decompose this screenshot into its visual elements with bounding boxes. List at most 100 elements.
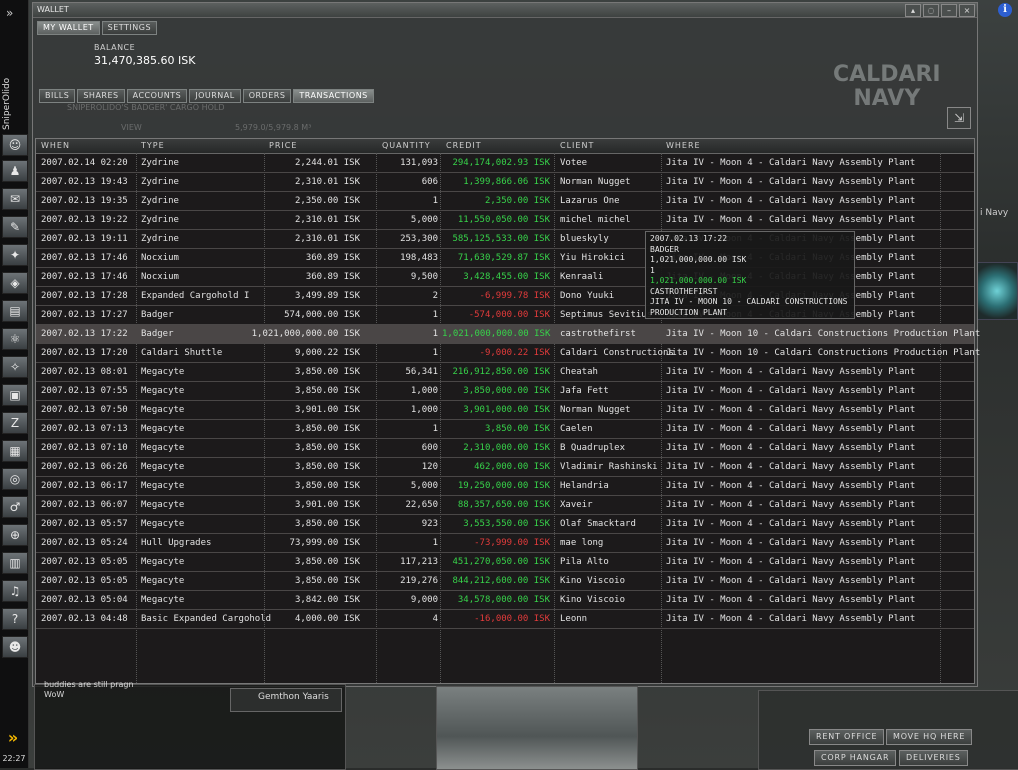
cell-price: 3,850.00 ISK xyxy=(294,367,360,377)
cell-credit: 2,310,000.00 ISK xyxy=(463,443,550,453)
table-row[interactable]: 2007.02.14 02:20 Zydrine 2,244.01 ISK 131,0… xyxy=(36,154,974,173)
table-row[interactable]: 2007.02.13 17:20 Caldari Shuttle 9,000.22 … xyxy=(36,344,980,363)
corp-logo[interactable] xyxy=(976,262,1018,320)
tab-transactions[interactable]: TRANSACTIONS xyxy=(293,89,374,103)
settings-icon[interactable]: ◌ xyxy=(923,4,939,17)
table-row[interactable]: 2007.02.13 07:50 Megacyte 3,901.00 ISK 1,00… xyxy=(36,401,974,420)
col-when[interactable]: WHEN xyxy=(41,141,70,150)
help-icon[interactable]: ? xyxy=(2,608,28,630)
table-row[interactable]: 2007.02.13 05:05 Megacyte 3,850.00 ISK 117,… xyxy=(36,553,974,572)
cell-where: Jita IV - Moon 4 - Caldari Navy Assembly… xyxy=(666,196,916,206)
assets-icon[interactable]: ▤ xyxy=(2,300,28,322)
tab-settings[interactable]: SETTINGS xyxy=(101,21,158,35)
notepad-icon[interactable]: ✎ xyxy=(2,216,28,238)
table-row[interactable]: 2007.02.13 19:22 Zydrine 2,310.01 ISK 5,000… xyxy=(36,211,974,230)
col-where[interactable]: WHERE xyxy=(666,141,701,150)
corp-icon[interactable]: ⊕ xyxy=(2,524,28,546)
cell-qty: 600 xyxy=(421,443,438,453)
table-row[interactable]: 2007.02.13 04:48 Basic Expanded Cargohold… xyxy=(36,610,974,629)
tab-orders[interactable]: ORDERS xyxy=(242,89,292,103)
character-icon[interactable]: ♂ xyxy=(2,496,28,518)
tab-bills[interactable]: BILLS xyxy=(39,89,76,103)
table-row[interactable]: 2007.02.13 07:10 Megacyte 3,850.00 ISK 600 2… xyxy=(36,439,974,458)
chevron-right-icon[interactable]: » xyxy=(0,728,26,748)
table-row[interactable]: 2007.02.13 07:55 Megacyte 3,850.00 ISK 1,00… xyxy=(36,382,974,401)
table-row[interactable]: 2007.02.13 07:13 Megacyte 3,850.00 ISK 1 3,8… xyxy=(36,420,974,439)
window-title: WALLET xyxy=(37,5,69,14)
cell-qty: 117,213 xyxy=(400,557,438,567)
table-row[interactable]: 2007.02.13 05:57 Megacyte 3,850.00 ISK 923 3… xyxy=(36,515,974,534)
pin-icon[interactable]: ▴ xyxy=(905,4,921,17)
window-titlebar[interactable]: WALLET ▴ ◌ – × xyxy=(33,3,977,18)
journal-icon[interactable]: Z xyxy=(2,412,28,434)
table-row[interactable]: 2007.02.13 05:04 Megacyte 3,842.00 ISK 9,00… xyxy=(36,591,974,610)
cell-price: 360.89 ISK xyxy=(305,253,360,263)
cell-client: Kenraali xyxy=(560,272,604,282)
deliveries-button[interactable]: DELIVERIES xyxy=(899,750,968,766)
close-icon[interactable]: × xyxy=(959,4,975,17)
collapse-icon[interactable]: » xyxy=(6,6,13,20)
rent-office-button[interactable]: RENT OFFICE xyxy=(809,729,885,745)
cell-price: 3,850.00 ISK xyxy=(294,424,360,434)
table-row[interactable]: 2007.02.13 06:26 Megacyte 3,850.00 ISK 120 4… xyxy=(36,458,974,477)
cell-price: 3,850.00 ISK xyxy=(294,576,360,586)
tab-accounts[interactable]: ACCOUNTS xyxy=(126,89,188,103)
table-row[interactable]: 2007.02.13 19:35 Zydrine 2,350.00 ISK 1 2,35… xyxy=(36,192,974,211)
cell-when: 2007.02.13 07:13 xyxy=(41,424,128,434)
cell-price: 2,310.01 ISK xyxy=(294,234,360,244)
table-row[interactable]: 2007.02.13 06:17 Megacyte 3,850.00 ISK 5,00… xyxy=(36,477,974,496)
industry-icon[interactable]: ✧ xyxy=(2,356,28,378)
table-row[interactable]: 2007.02.13 06:07 Megacyte 3,901.00 ISK 22,6… xyxy=(36,496,974,515)
avatar-icon[interactable]: ☻ xyxy=(2,636,28,658)
cell-when: 2007.02.14 02:20 xyxy=(41,158,128,168)
cell-credit: 3,553,550.00 ISK xyxy=(463,519,550,529)
expand-icon[interactable]: ⇲ xyxy=(947,107,971,129)
col-credit[interactable]: CREDIT xyxy=(446,141,482,150)
cell-qty: 1 xyxy=(432,538,438,548)
table-row[interactable]: 2007.02.13 17:22 Badger 1,021,000,000.00 I… xyxy=(36,325,980,344)
col-type[interactable]: TYPE xyxy=(141,141,165,150)
chat-member-name[interactable]: Gemthon Yaaris xyxy=(258,692,329,702)
cell-qty: 1 xyxy=(432,424,438,434)
cell-when: 2007.02.13 17:46 xyxy=(41,272,128,282)
pilot-name[interactable]: SniperOlido xyxy=(2,70,16,130)
map-icon[interactable]: ◈ xyxy=(2,272,28,294)
portrait-icon[interactable]: ☺ xyxy=(2,134,28,156)
tab-my-wallet[interactable]: MY WALLET xyxy=(37,21,100,35)
market-icon[interactable]: ✦ xyxy=(2,244,28,266)
info-icon[interactable]: i xyxy=(998,3,1012,17)
corp-hangar-button[interactable]: CORP HANGAR xyxy=(814,750,897,766)
fitting-icon[interactable]: ▣ xyxy=(2,384,28,406)
headset-icon[interactable]: ♫ xyxy=(2,580,28,602)
cell-price: 3,850.00 ISK xyxy=(294,462,360,472)
tab-journal[interactable]: JOURNAL xyxy=(189,89,241,103)
table-row[interactable]: 2007.02.13 08:01 Megacyte 3,850.00 ISK 56,3… xyxy=(36,363,974,382)
cell-client: Leonn xyxy=(560,614,588,624)
cell-qty: 56,341 xyxy=(405,367,438,377)
table-row[interactable]: 2007.02.13 05:05 Megacyte 3,850.00 ISK 219,… xyxy=(36,572,974,591)
people-icon[interactable]: ♟ xyxy=(2,160,28,182)
science-icon[interactable]: ⚛ xyxy=(2,328,28,350)
calculator-icon[interactable]: ▦ xyxy=(2,440,28,462)
balance-label: BALANCE xyxy=(94,43,136,52)
cell-when: 2007.02.13 07:50 xyxy=(41,405,128,415)
table-row[interactable]: 2007.02.13 19:43 Zydrine 2,310.01 ISK 606 1,… xyxy=(36,173,974,192)
cell-qty: 219,276 xyxy=(400,576,438,586)
tab-shares[interactable]: SHARES xyxy=(77,89,125,103)
col-price[interactable]: PRICE xyxy=(269,141,297,150)
side-label: i Navy xyxy=(980,208,1009,218)
cell-client: Jafa Fett xyxy=(560,386,609,396)
minimize-icon[interactable]: – xyxy=(941,4,957,17)
cell-where: Jita IV - Moon 4 - Caldari Navy Assembly… xyxy=(666,500,916,510)
wallet-icon[interactable]: ◎ xyxy=(2,468,28,490)
table-row[interactable]: 2007.02.13 05:24 Hull Upgrades 73,999.00 I… xyxy=(36,534,974,553)
cell-when: 2007.02.13 06:26 xyxy=(41,462,128,472)
col-quantity[interactable]: QUANTITY xyxy=(382,141,431,150)
col-client[interactable]: CLIENT xyxy=(560,141,594,150)
cell-where: Jita IV - Moon 4 - Caldari Navy Assembly… xyxy=(666,367,916,377)
cell-where: Jita IV - Moon 4 - Caldari Navy Assembly… xyxy=(666,177,916,187)
cell-client: Caelen xyxy=(560,424,593,434)
mining-icon[interactable]: ▥ xyxy=(2,552,28,574)
mail-icon[interactable]: ✉ xyxy=(2,188,28,210)
move-hq-button[interactable]: MOVE HQ HERE xyxy=(886,729,973,745)
